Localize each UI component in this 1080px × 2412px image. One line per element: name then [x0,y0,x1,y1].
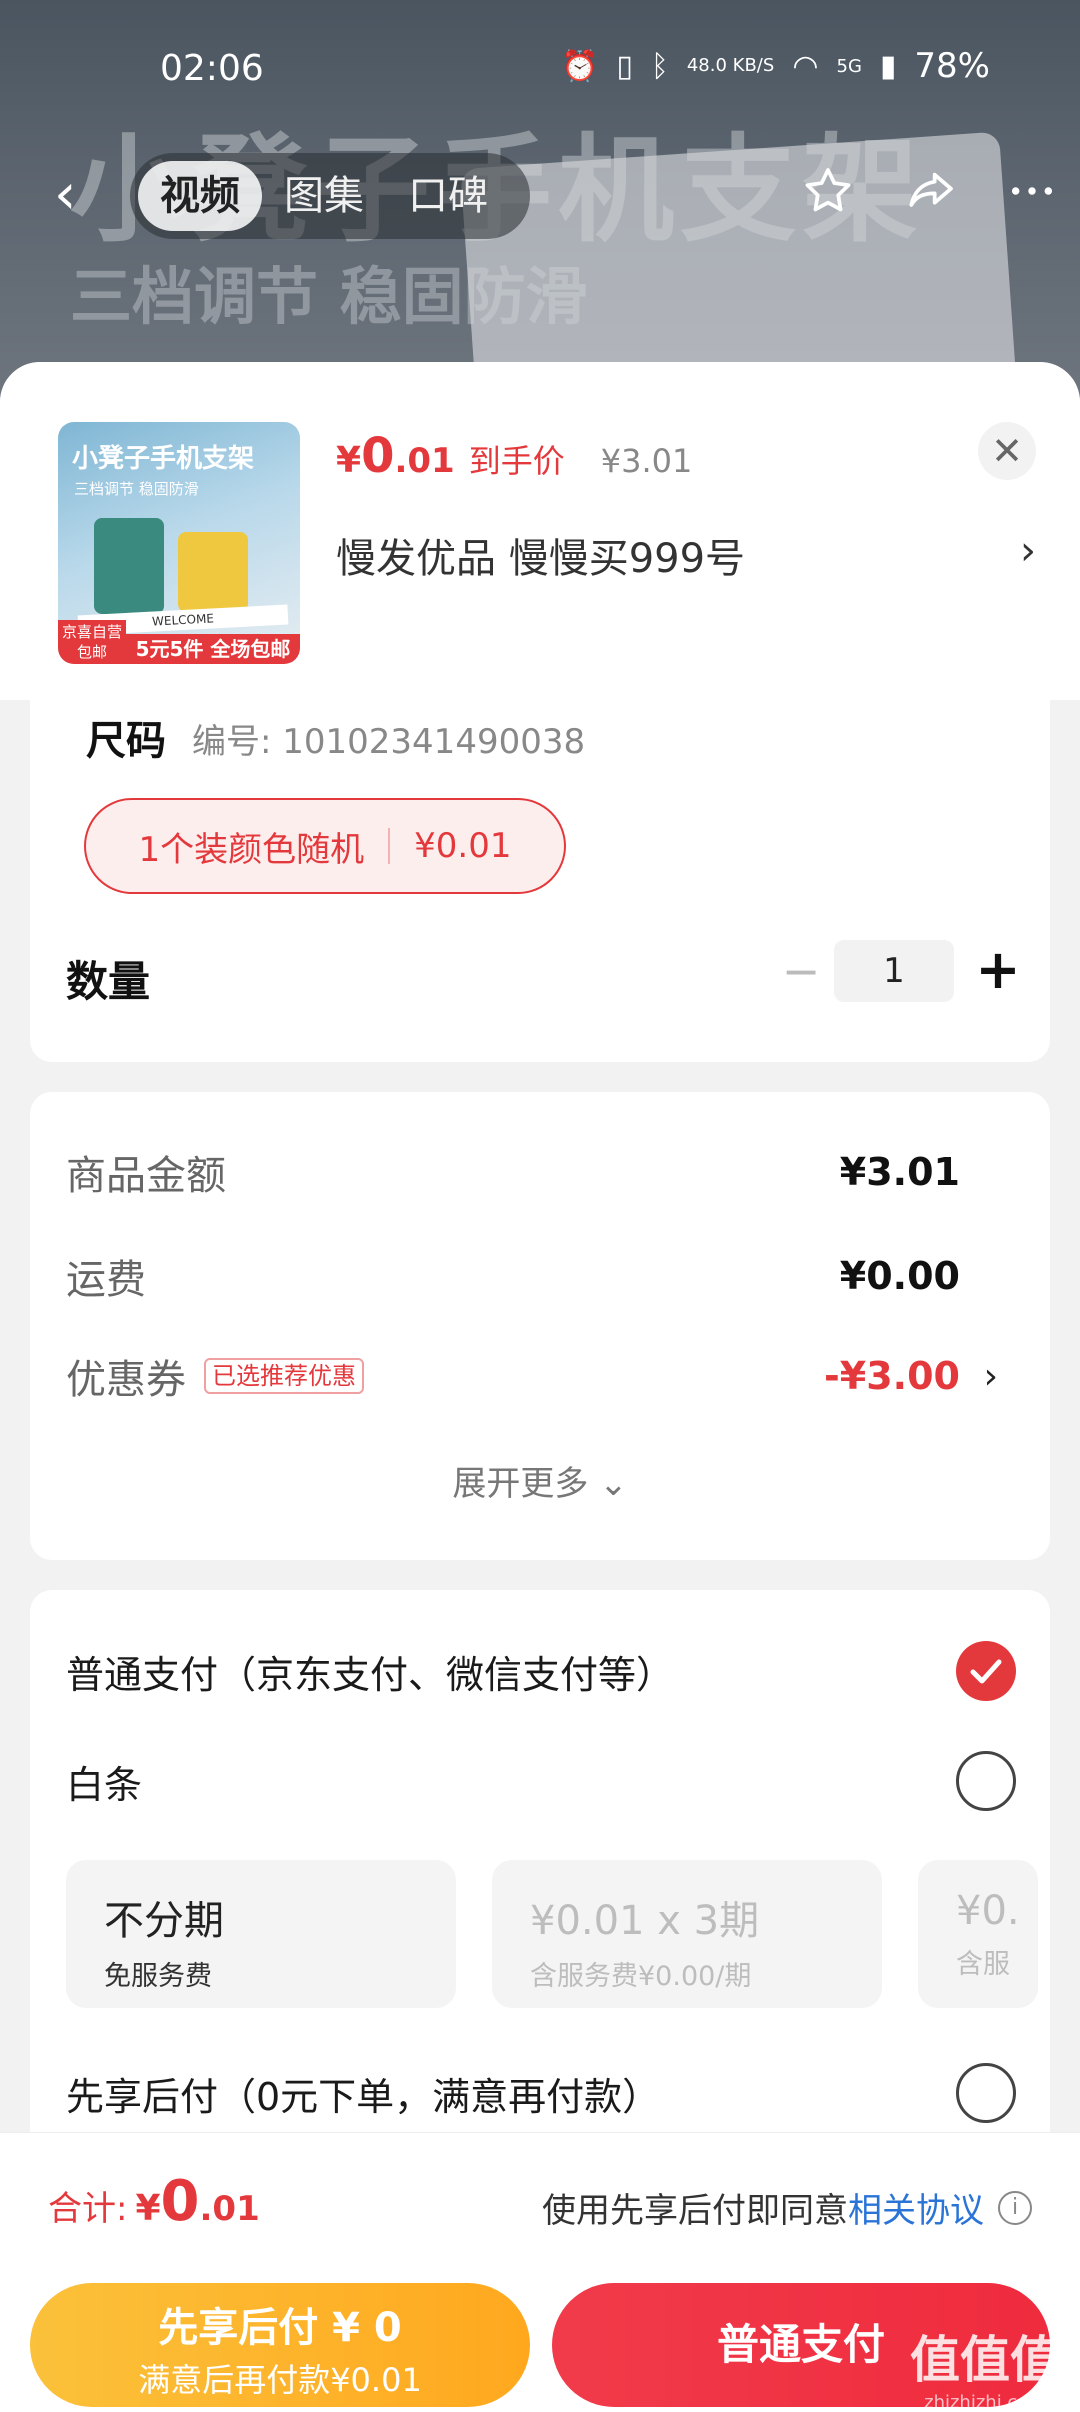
pay-option-normal[interactable]: 普通支付（京东支付、微信支付等） [66,1636,1016,1706]
thumb-chair-green [94,518,164,614]
info-icon[interactable]: i [998,2190,1032,2225]
more-icon[interactable] [1004,163,1060,219]
thumb-title: 小凳子手机支架 [72,444,255,474]
radio-unchecked-icon[interactable] [956,2063,1016,2123]
chevron-right-icon[interactable]: › [1020,528,1036,574]
pay-option-pay-later[interactable]: 先享后付（0元下单，满意再付款） [66,2058,1016,2128]
hero-subtitle: 三档调节 稳固防滑 [70,260,588,333]
pay-option-label: 普通支付（京东支付、微信支付等） [66,1652,675,1697]
price-line: ¥0.01 到手价 ¥3.01 [336,428,692,484]
chevron-right-icon[interactable]: › [984,1356,998,1397]
coupon-value: -¥3.00 [824,1354,960,1398]
back-icon[interactable]: ‹ [54,167,94,223]
site-watermark: 值值值 zhizhizhi.com [910,2320,1060,2412]
checkmark-icon[interactable] [956,1641,1016,1701]
pay-later-button[interactable]: 先享后付 ¥ 0 满意后再付款¥0.01 [30,2283,530,2407]
plan-subtitle: 免服务费 [104,1961,212,1992]
network-type: 5G [836,55,862,77]
wifi-icon: ◠ [792,48,819,84]
watermark-text: 值值值 [910,2331,1060,2389]
installment-plan-3[interactable]: ¥0.01 x 3期 含服务费¥0.00/期 [492,1860,882,2008]
net-speed: 48.0 KB/S [686,55,775,76]
product-summary: 小凳子手机支架 三档调节 稳固防滑 WELCOME 京喜自营 包邮 5元5件 全… [0,362,1080,700]
spec-code: 编号: 10102341490038 [192,722,586,762]
agreement-text: 使用先享后付即同意 [542,2191,848,2231]
spec-option-chip[interactable]: 1个装颜色随机 ¥0.01 [84,798,566,894]
signal-icon: ▮ [879,48,897,84]
agreement-link[interactable]: 相关协议 [848,2183,984,2232]
quantity-decrease-button[interactable]: − [776,946,826,996]
total-int: 0 [160,2169,200,2234]
payment-card: 普通支付（京东支付、微信支付等） 白条 不分期 免服务费 ¥0.01 x 3期 … [30,1590,1050,2190]
battery-level: 78% [914,46,990,86]
radio-unchecked-icon[interactable] [956,1751,1016,1811]
original-price: ¥3.01 [600,442,693,480]
cost-label: 商品金额 [66,1153,226,1199]
cost-value: ¥3.01 [839,1150,960,1194]
total-label: 合计: [48,2189,128,2229]
final-price-tag: 到手价 [468,442,565,480]
nav-actions [800,163,1060,219]
purchase-sheet: 小凳子手机支架 三档调节 稳固防滑 WELCOME 京喜自营 包邮 5元5件 全… [0,362,1080,2412]
pay-option-label: 先享后付（0元下单，满意再付款） [66,2074,661,2119]
chip-divider [388,828,391,864]
coupon-tag: 已选推荐优惠 [204,1358,364,1394]
expand-more-label: 展开更多 [452,1464,589,1504]
bluetooth-icon: ᛒ [650,48,669,84]
product-thumbnail[interactable]: 小凳子手机支架 三档调节 稳固防滑 WELCOME 京喜自营 包邮 5元5件 全… [58,422,300,664]
spec-option-price: ¥0.01 [414,826,512,866]
status-icons: ⏰ ▯ ᛒ 48.0 KB/S ◠ 5G ▮ 78% [561,46,990,86]
installment-plan-none[interactable]: 不分期 免服务费 [66,1860,456,2008]
thumb-subtitle: 三档调节 稳固防滑 [74,480,199,498]
spec-card: 尺码 编号: 10102341490038 1个装颜色随机 ¥0.01 数量 −… [30,700,1050,1062]
total-symbol: ¥ [135,2188,161,2229]
cost-card: 商品金额 ¥3.01 运费 ¥0.00 优惠券 已选推荐优惠 -¥3.00 › … [30,1092,1050,1560]
media-top-nav: ‹ 视频 图集 口碑 [0,145,1080,245]
spec-option-name: 1个装颜色随机 [138,829,365,870]
quantity-increase-button[interactable]: + [970,942,1026,998]
plan-title: ¥0.01 x 3期 [530,1898,760,1944]
cost-row-coupon[interactable]: 优惠券 已选推荐优惠 -¥3.00 › [66,1346,1010,1406]
plan-subtitle: 含服务费¥0.00/期 [530,1961,752,1992]
share-icon[interactable] [902,163,958,219]
total-dec: .01 [199,2189,260,2229]
order-total: 合计: ¥ 0 .01 [48,2169,260,2234]
expand-more-button[interactable]: 展开更多 ⌄ [30,1456,1050,1505]
quantity-input[interactable]: 1 [834,940,954,1002]
cost-label: 运费 [66,1257,146,1303]
pay-option-label: 白条 [66,1762,143,1807]
final-price: ¥0.01 [336,428,455,484]
plan-subtitle: 含服 [956,1949,1010,1980]
spec-label: 尺码 [86,718,166,764]
cost-row-goods: 商品金额 ¥3.01 [66,1142,1010,1202]
quantity-label: 数量 [66,957,151,1006]
cost-value: ¥0.00 [839,1254,960,1298]
pay-later-line1: 先享后付 ¥ 0 [158,2305,402,2351]
installment-plan-partial[interactable]: ¥0. 含服 [918,1860,1038,2008]
status-bar: 02:06 ⏰ ▯ ᛒ 48.0 KB/S ◠ 5G ▮ 78% [0,0,1080,130]
thumb-badge-right: 5元5件 全场包邮 [126,634,300,664]
cost-label: 优惠券 [66,1357,186,1403]
favorite-star-icon[interactable] [800,163,856,219]
tab-gallery[interactable]: 图集 [262,161,386,231]
pay-later-line2: 满意后再付款¥0.01 [138,2361,422,2399]
status-time: 02:06 [160,48,264,89]
pay-option-baitiao[interactable]: 白条 [66,1746,1016,1816]
alarm-icon: ⏰ [560,48,599,84]
thumb-chair-yellow [178,532,248,612]
chevron-down-icon: ⌄ [599,1464,628,1504]
tab-video[interactable]: 视频 [138,161,262,231]
shop-name[interactable]: 慢发优品 慢慢买999号 [336,526,745,584]
thumb-badge-left: 京喜自营 包邮 [58,620,126,664]
tab-reviews[interactable]: 口碑 [386,161,510,231]
close-icon[interactable]: ✕ [978,422,1036,480]
agreement-notice: 使用先享后付即同意 相关协议 i [542,2183,1032,2232]
vibrate-icon: ▯ [616,48,633,84]
watermark-domain: zhizhizhi.com [924,2392,1046,2412]
media-tabs: 视频 图集 口碑 [130,153,530,239]
plan-title: ¥0. [956,1888,1020,1934]
plan-title: 不分期 [104,1898,224,1944]
cost-row-shipping: 运费 ¥0.00 [66,1246,1010,1306]
